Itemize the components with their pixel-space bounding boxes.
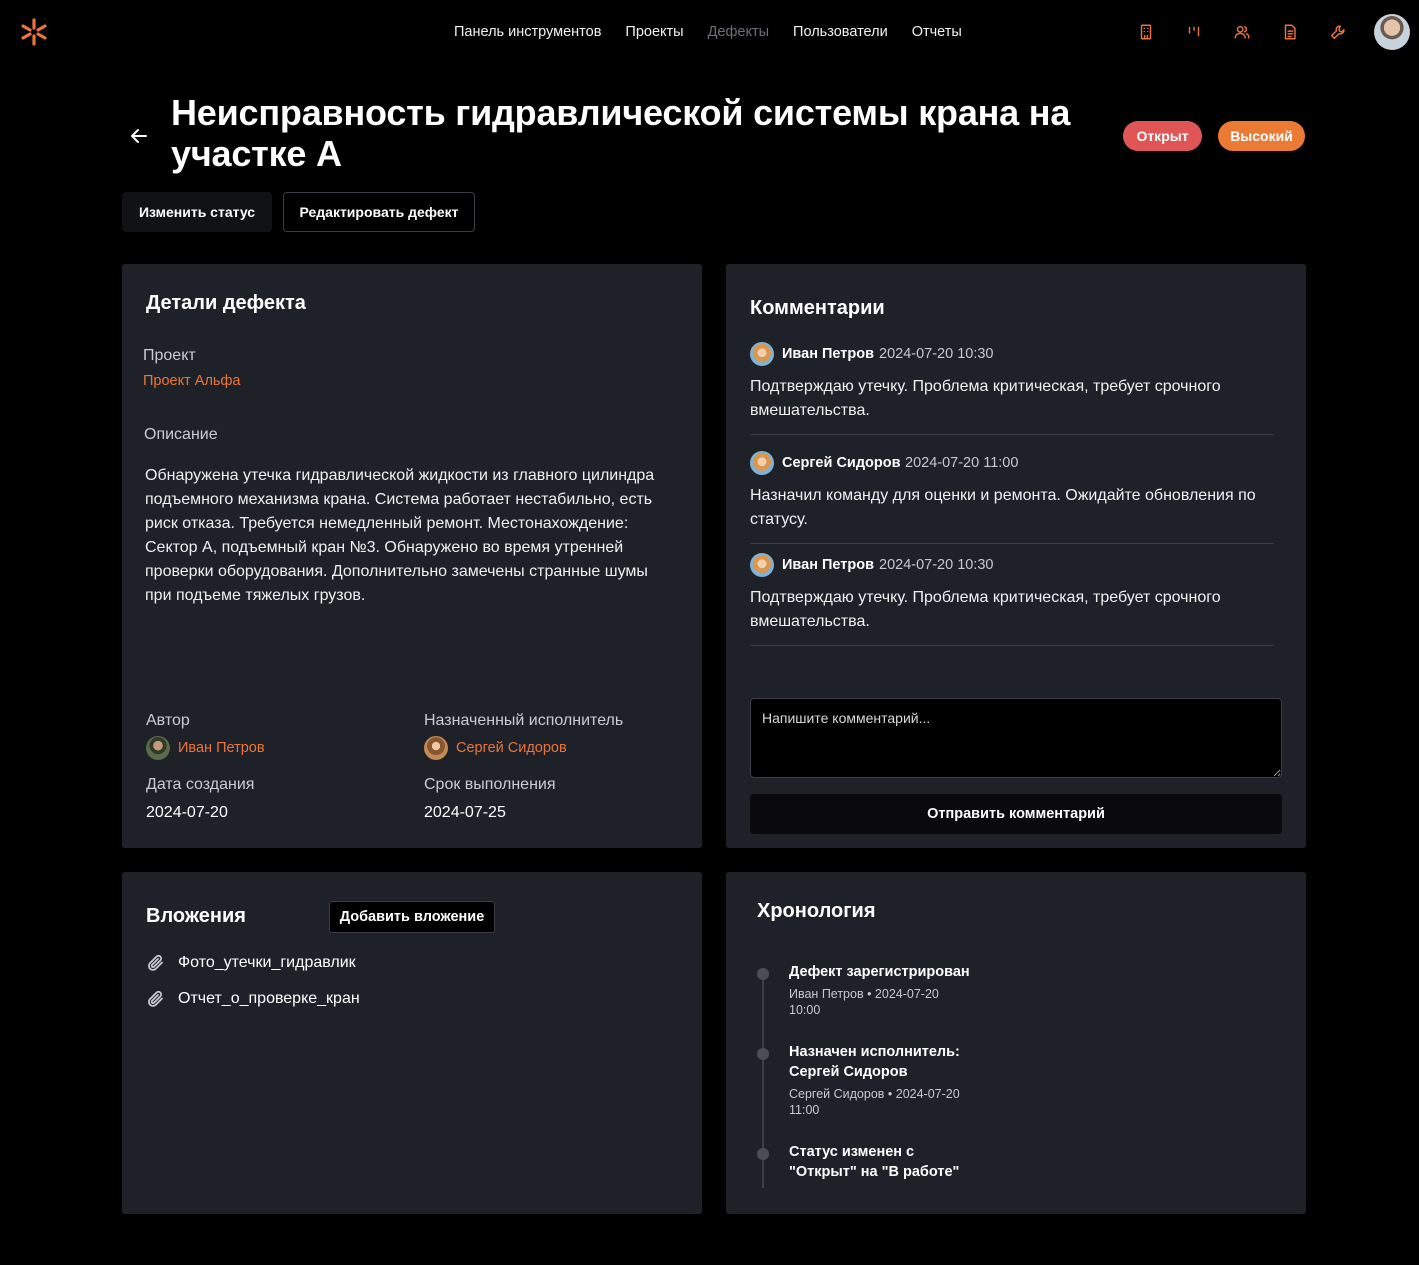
- timeline-event-title: Дефект зарегистрирован: [789, 964, 970, 980]
- user-avatar[interactable]: [1374, 14, 1410, 50]
- comment-text: Назначил команду для оценки и ремонта. О…: [750, 487, 1256, 528]
- details-heading: Детали дефекта: [146, 292, 306, 314]
- comments-heading: Комментарии: [750, 297, 885, 319]
- timeline-dot: [757, 1048, 769, 1060]
- nav-reports[interactable]: Отчеты: [912, 24, 962, 40]
- status-badge: Открыт: [1123, 121, 1202, 151]
- due-label: Срок выполнения: [424, 776, 556, 793]
- comment-text: Подтверждаю утечку. Проблема критическая…: [750, 378, 1221, 419]
- priority-badge: Высокий: [1218, 121, 1305, 151]
- top-header: Панель инструментов Проекты Дефекты Поль…: [0, 0, 1419, 66]
- timeline-heading: Хронология: [757, 900, 876, 922]
- created-value: 2024-07-20: [146, 804, 228, 821]
- comment-divider: [750, 434, 1274, 435]
- comment-input[interactable]: [750, 698, 1282, 778]
- main-nav: Панель инструментов Проекты Дефекты Поль…: [454, 24, 962, 40]
- created-label: Дата создания: [146, 776, 255, 793]
- comment-divider: [750, 543, 1274, 544]
- nav-dashboard[interactable]: Панель инструментов: [454, 24, 601, 40]
- timeline-event-meta: Иван Петров • 2024-07-20 10:00: [789, 987, 939, 1017]
- header-icons: [1136, 22, 1348, 42]
- comment-avatar: [750, 342, 774, 366]
- comments-card: Комментарии Иван Петров 2024-07-20 10:30…: [726, 264, 1306, 848]
- attachment-file-link[interactable]: Фото_утечки_гидравлик: [178, 954, 368, 972]
- send-comment-button[interactable]: Отправить комментарий: [750, 794, 1282, 834]
- project-link[interactable]: Проект Альфа: [143, 373, 240, 389]
- assignee-link[interactable]: Сергей Сидоров: [456, 740, 567, 756]
- kanban-icon[interactable]: [1184, 22, 1204, 42]
- nav-users[interactable]: Пользователи: [793, 24, 888, 40]
- comment-divider: [750, 645, 1274, 646]
- paperclip-icon: [146, 953, 166, 973]
- timeline-event-title: Назначен исполнитель: Сергей Сидоров: [789, 1044, 960, 1080]
- comment-date: 2024-07-20 11:00: [905, 455, 1019, 471]
- nav-defects[interactable]: Дефекты: [708, 24, 769, 40]
- comment-date: 2024-07-20 10:30: [879, 346, 994, 362]
- author-link[interactable]: Иван Петров: [178, 740, 265, 756]
- comment-author: Сергей Сидоров: [782, 455, 901, 471]
- users-icon[interactable]: [1232, 22, 1252, 42]
- author-avatar: [146, 736, 170, 760]
- attachments-heading: Вложения: [146, 905, 246, 927]
- change-status-button[interactable]: Изменить статус: [122, 192, 272, 232]
- edit-defect-button[interactable]: Редактировать дефект: [283, 192, 475, 232]
- document-icon[interactable]: [1280, 22, 1300, 42]
- defect-details-card: Детали дефекта Проект Проект Альфа Описа…: [122, 264, 702, 848]
- assignee-avatar: [424, 736, 448, 760]
- timeline-card: Хронология Дефект зарегистрирован Иван П…: [726, 872, 1306, 1214]
- assignee-label: Назначенный исполнитель: [424, 712, 624, 729]
- timeline-dot: [757, 1148, 769, 1160]
- comment-date: 2024-07-20 10:30: [879, 557, 994, 573]
- back-arrow-icon[interactable]: [127, 124, 151, 148]
- due-value: 2024-07-25: [424, 804, 506, 821]
- wrench-icon[interactable]: [1328, 22, 1348, 42]
- timeline-event-meta: Сергей Сидоров • 2024-07-20 11:00: [789, 1087, 960, 1117]
- description-text: Обнаружена утечка гидравлической жидкост…: [145, 467, 655, 604]
- comment-author: Иван Петров: [782, 557, 875, 573]
- timeline-event-title: Статус изменен с "Открыт" на "В работе": [789, 1144, 960, 1180]
- building-icon[interactable]: [1136, 22, 1156, 42]
- add-attachment-button[interactable]: Добавить вложение: [329, 901, 495, 933]
- paperclip-icon: [146, 989, 166, 1009]
- comment-author: Иван Петров: [782, 346, 875, 362]
- comment-avatar: [750, 451, 774, 475]
- author-label: Автор: [146, 712, 190, 729]
- logo-icon[interactable]: [18, 16, 50, 48]
- project-label: Проект: [143, 347, 196, 364]
- timeline-dot: [757, 968, 769, 980]
- description-label: Описание: [144, 426, 218, 443]
- attachment-file-link[interactable]: Отчет_о_проверке_кран: [178, 990, 368, 1008]
- nav-projects[interactable]: Проекты: [625, 24, 683, 40]
- comment-text: Подтверждаю утечку. Проблема критическая…: [750, 589, 1221, 630]
- page-title: Неисправность гидравлической системы кра…: [171, 92, 1071, 174]
- comment-avatar: [750, 553, 774, 577]
- attachments-card: Вложения Добавить вложение Фото_утечки_г…: [122, 872, 702, 1214]
